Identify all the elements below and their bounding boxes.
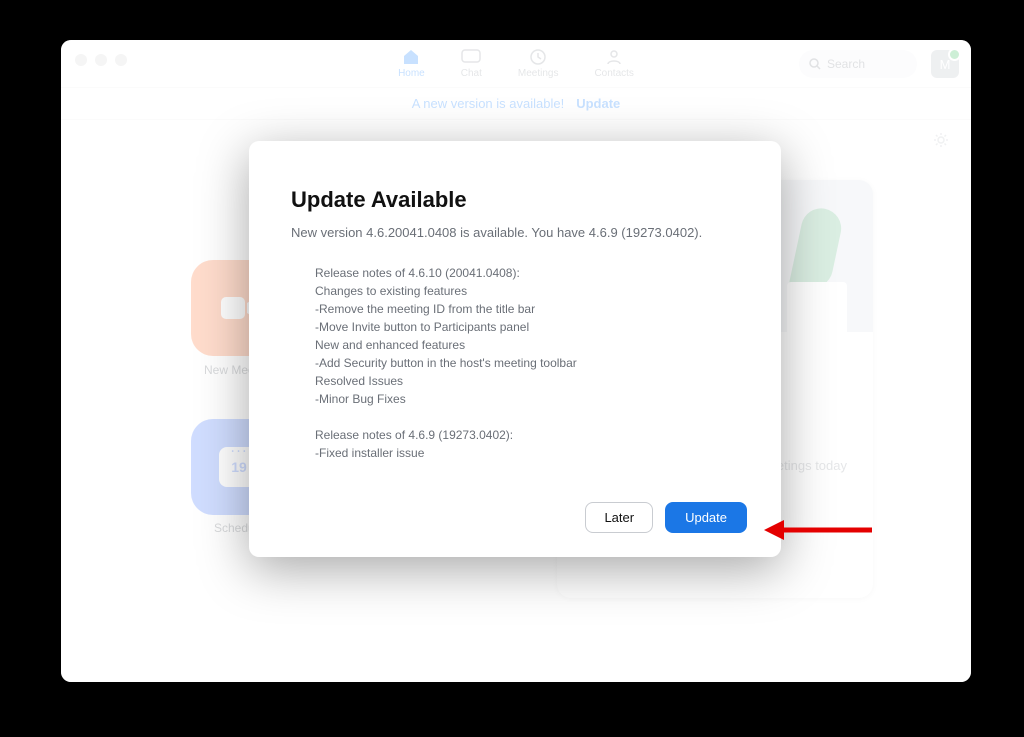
tab-contacts[interactable]: Contacts: [594, 48, 633, 79]
annotation-arrow: [764, 517, 874, 543]
contacts-icon: [604, 48, 624, 66]
tab-home-label: Home: [398, 68, 425, 79]
banner-update-link[interactable]: Update: [576, 96, 620, 111]
home-icon: [401, 48, 421, 66]
later-button[interactable]: Later: [585, 502, 653, 533]
search-input[interactable]: Search: [799, 50, 917, 78]
tab-chat-label: Chat: [461, 68, 482, 79]
update-dialog: Update Available New version 4.6.20041.0…: [249, 141, 781, 557]
banner-text: A new version is available!: [412, 96, 564, 111]
calendar-day: 19: [231, 459, 247, 475]
chat-icon: [461, 48, 481, 66]
tab-meetings-label: Meetings: [518, 68, 559, 79]
release-notes: Release notes of 4.6.10 (20041.0408): Ch…: [291, 264, 739, 462]
dialog-subhead: New version 4.6.20041.0408 is available.…: [291, 225, 739, 240]
tab-meetings[interactable]: Meetings: [518, 48, 559, 79]
dialog-title: Update Available: [291, 187, 739, 213]
clock-icon: [528, 48, 548, 66]
search-icon: [809, 58, 821, 70]
update-button[interactable]: Update: [665, 502, 747, 533]
update-banner: A new version is available! Update: [61, 88, 971, 120]
settings-gear-icon[interactable]: [933, 132, 949, 148]
tab-contacts-label: Contacts: [594, 68, 633, 79]
dialog-buttons: Later Update: [585, 502, 747, 533]
avatar[interactable]: M: [931, 50, 959, 78]
tab-home[interactable]: Home: [398, 48, 425, 79]
search-placeholder: Search: [827, 57, 865, 71]
avatar-initial: M: [940, 57, 951, 72]
tab-chat[interactable]: Chat: [461, 48, 482, 79]
